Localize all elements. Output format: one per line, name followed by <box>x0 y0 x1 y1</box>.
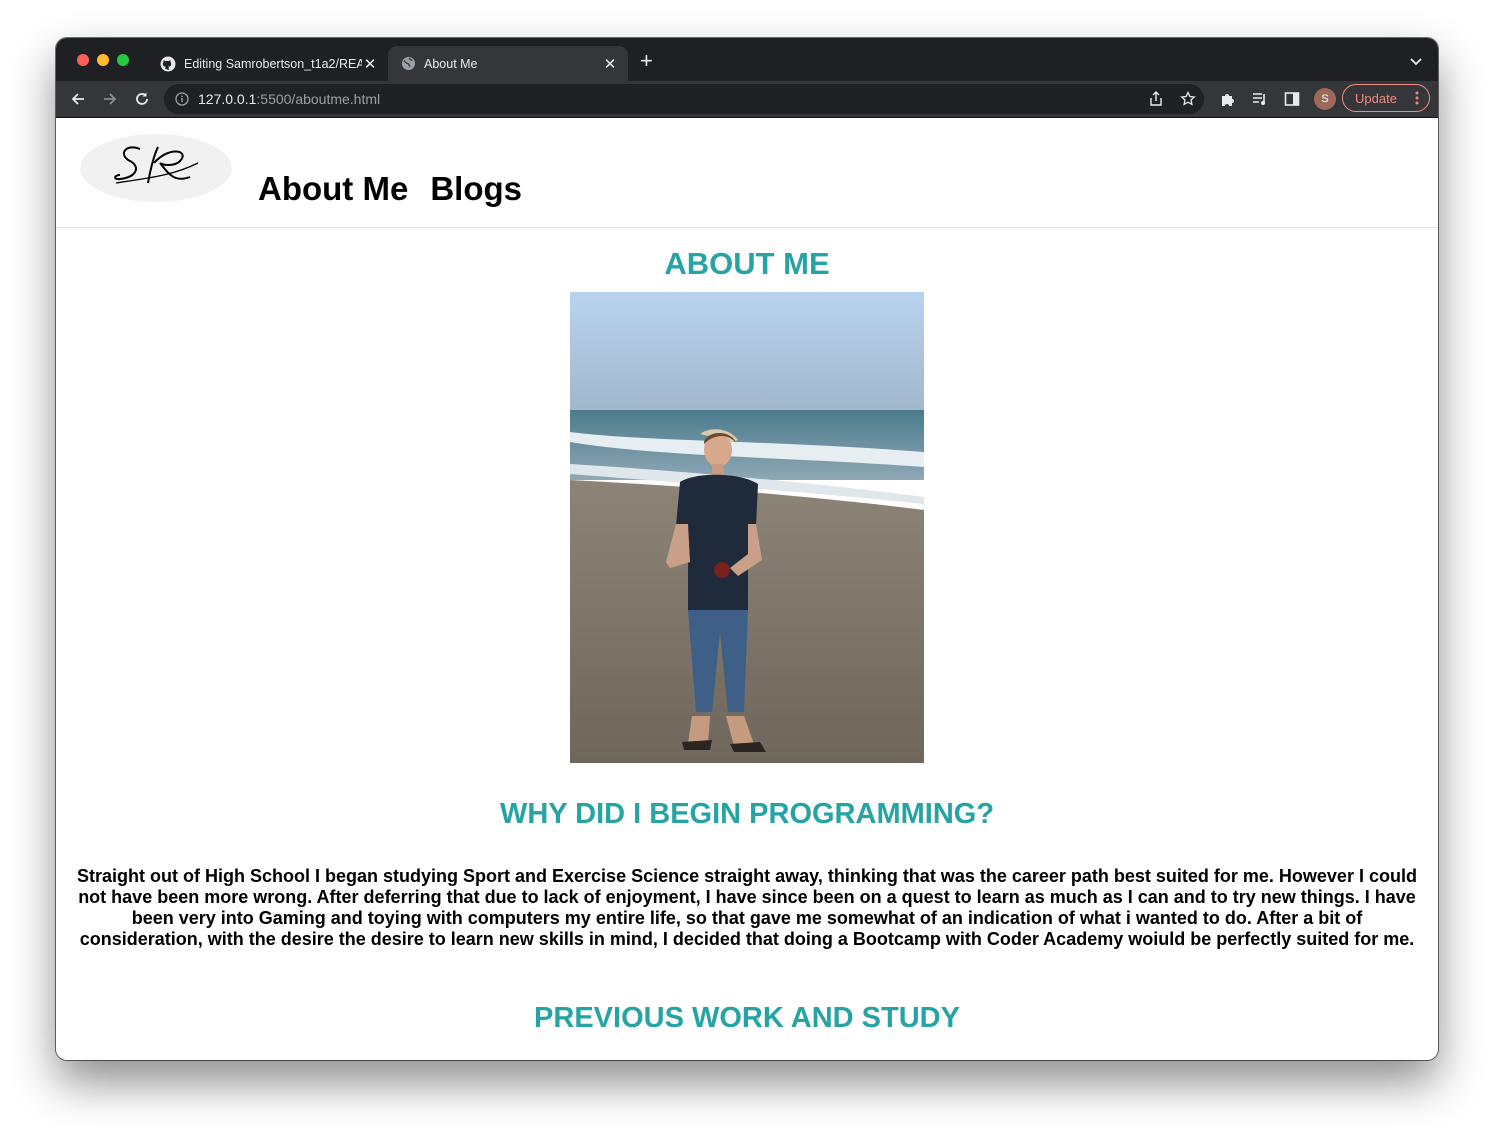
why-programming-text: Straight out of High School I began stud… <box>77 866 1417 949</box>
close-tab-icon[interactable]: ✕ <box>362 55 378 73</box>
address-bar[interactable]: 127.0.0.1:5500/aboutme.html <box>164 84 1204 114</box>
more-menu-icon[interactable] <box>1415 91 1419 108</box>
site-header: About Me Blogs <box>56 118 1438 228</box>
close-window-button[interactable] <box>77 54 89 66</box>
previous-work-heading: PREVIOUS WORK AND STUDY <box>534 1002 960 1034</box>
globe-icon <box>400 56 416 72</box>
chevron-down-icon[interactable] <box>1410 54 1422 72</box>
share-icon[interactable] <box>1148 91 1164 107</box>
side-panel-icon[interactable] <box>1282 89 1302 109</box>
update-label: Update <box>1355 90 1397 106</box>
github-icon <box>160 56 176 72</box>
tab-about-me[interactable]: About Me ✕ <box>388 46 628 81</box>
extensions-puzzle-icon[interactable] <box>1218 89 1238 109</box>
forward-arrow-icon[interactable] <box>100 89 120 109</box>
bookmark-star-icon[interactable] <box>1180 90 1196 107</box>
url-text: 127.0.0.1:5500/aboutme.html <box>198 91 381 107</box>
maximize-window-button[interactable] <box>117 54 129 66</box>
tab-github-editing[interactable]: Editing Samrobertson_t1a2/REA ✕ <box>150 46 388 81</box>
nav-link-about-me[interactable]: About Me <box>258 170 408 208</box>
update-button[interactable]: Update <box>1342 84 1430 112</box>
new-tab-icon[interactable]: + <box>640 50 653 72</box>
about-heading: ABOUT ME <box>664 246 830 281</box>
media-queue-icon[interactable] <box>1250 89 1270 109</box>
tab-title: About Me <box>424 56 478 71</box>
profile-avatar[interactable]: S <box>1314 88 1336 110</box>
signature-logo-icon[interactable] <box>80 133 232 203</box>
minimize-window-button[interactable] <box>97 54 109 66</box>
browser-window: Editing Samrobertson_t1a2/REA ✕ About Me… <box>56 38 1438 1060</box>
back-arrow-icon[interactable] <box>68 89 88 109</box>
tab-strip: Editing Samrobertson_t1a2/REA ✕ About Me… <box>56 38 1438 81</box>
close-tab-icon[interactable]: ✕ <box>602 55 618 73</box>
profile-photo <box>570 292 924 763</box>
info-icon[interactable] <box>174 91 190 107</box>
tab-title: Editing Samrobertson_t1a2/REA <box>184 56 362 71</box>
reload-icon[interactable] <box>132 89 152 109</box>
browser-toolbar: 127.0.0.1:5500/aboutme.html S Update <box>56 81 1438 118</box>
web-page: About Me Blogs ABOUT ME WHY DID I BEGIN … <box>56 118 1438 1060</box>
main-nav: About Me Blogs <box>258 170 522 208</box>
nav-link-blogs[interactable]: Blogs <box>430 170 522 208</box>
why-programming-heading: WHY DID I BEGIN PROGRAMMING? <box>499 798 995 830</box>
